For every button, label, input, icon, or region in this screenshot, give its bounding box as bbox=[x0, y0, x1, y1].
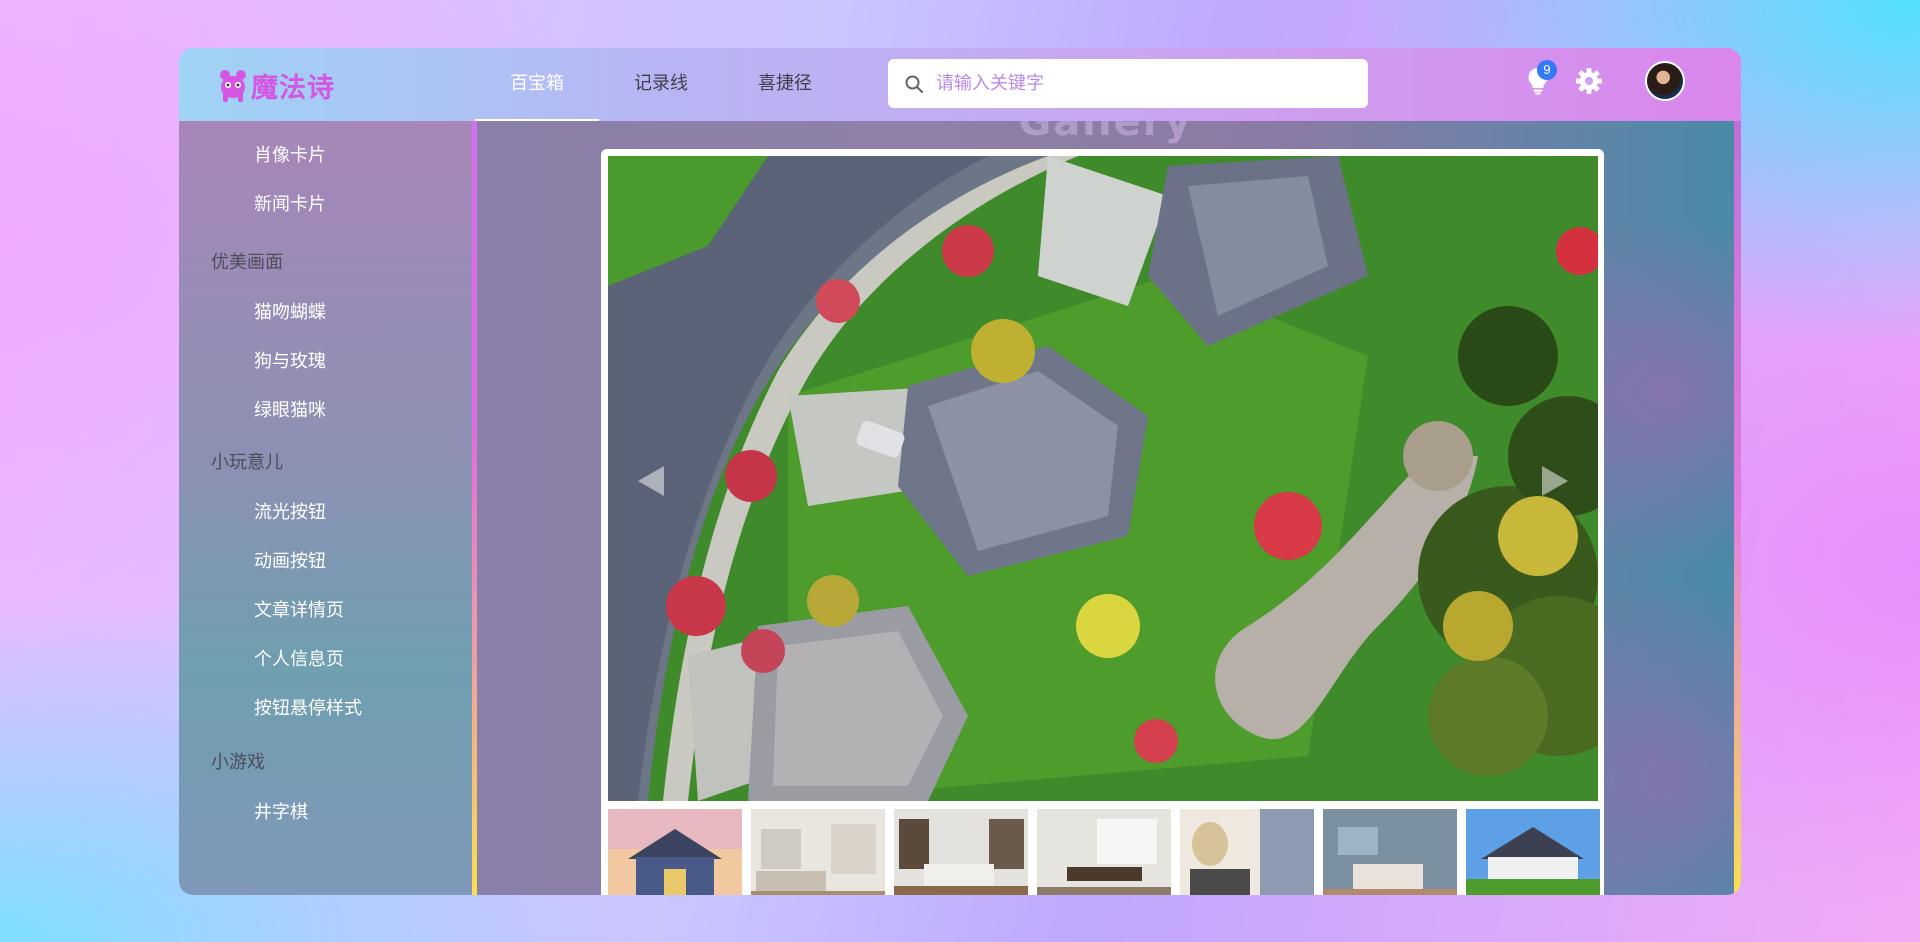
logo[interactable]: 魔法诗 bbox=[217, 66, 335, 105]
notification-button[interactable]: 9 bbox=[1523, 60, 1557, 97]
sidebar-item-glow-button[interactable]: 流光按钮 bbox=[179, 488, 472, 537]
sidebar-item-tic-tac-toe[interactable]: 井字棋 bbox=[179, 788, 472, 837]
gear-icon[interactable] bbox=[1575, 67, 1603, 95]
main-nav: 百宝箱 记录线 喜捷径 bbox=[475, 48, 847, 121]
sidebar-item-animated-button[interactable]: 动画按钮 bbox=[179, 537, 472, 586]
living-room-thumb[interactable] bbox=[751, 809, 885, 895]
sidebar-item-portrait-card[interactable]: 肖像卡片 bbox=[179, 131, 472, 180]
nav-item-jiluxian[interactable]: 记录线 bbox=[599, 48, 723, 121]
notification-badge: 9 bbox=[1537, 60, 1557, 80]
gallery-slider bbox=[601, 149, 1604, 895]
white-house-lawn-thumb[interactable] bbox=[1466, 809, 1600, 895]
sidebar-item-article-detail[interactable]: 文章详情页 bbox=[179, 586, 472, 635]
gallery-title: Gallery bbox=[1018, 121, 1193, 145]
sidebar-group-beautiful-scenes[interactable]: 优美画面 bbox=[179, 237, 472, 288]
kitchen-thumb[interactable] bbox=[894, 809, 1028, 895]
sidebar-item-dog-rose[interactable]: 狗与玫瑰 bbox=[179, 337, 472, 386]
user-avatar[interactable] bbox=[1645, 61, 1685, 101]
header-actions: 9 bbox=[1523, 60, 1685, 101]
next-arrow-icon[interactable] bbox=[1542, 466, 1568, 496]
house-exterior-thumb[interactable] bbox=[608, 809, 742, 895]
logo-text: 魔法诗 bbox=[251, 73, 335, 104]
search-icon bbox=[905, 75, 923, 93]
monster-logo-icon bbox=[220, 69, 246, 102]
search-box bbox=[888, 59, 1368, 108]
bathroom-thumb[interactable] bbox=[1180, 809, 1314, 895]
main-content: Gallery bbox=[477, 121, 1734, 895]
prev-arrow-icon[interactable] bbox=[638, 466, 664, 496]
thumbnail-strip bbox=[608, 809, 1600, 895]
search-input[interactable] bbox=[936, 73, 1356, 94]
sidebar-item-button-hover[interactable]: 按钮悬停样式 bbox=[179, 684, 472, 733]
nav-item-baibaoxiang[interactable]: 百宝箱 bbox=[475, 48, 599, 121]
top-header: 魔法诗 百宝箱 记录线 喜捷径 9 bbox=[179, 48, 1741, 121]
sidebar-item-green-eye-cat[interactable]: 绿眼猫咪 bbox=[179, 386, 472, 435]
sidebar-item-profile-page[interactable]: 个人信息页 bbox=[179, 635, 472, 684]
sidebar-group-gadgets[interactable]: 小玩意儿 bbox=[179, 437, 472, 488]
aerial-view-houses-image bbox=[608, 156, 1598, 801]
nav-item-xijiejing[interactable]: 喜捷径 bbox=[723, 48, 847, 121]
sidebar-group-mini-games[interactable]: 小游戏 bbox=[179, 737, 472, 788]
content-right-edge bbox=[1734, 121, 1741, 895]
sidebar: 肖像卡片 新闻卡片 优美画面 猫吻蝴蝶 狗与玫瑰 绿眼猫咪 小玩意儿 流光按钮 … bbox=[179, 121, 472, 895]
app-window: 魔法诗 百宝箱 记录线 喜捷径 9 bbox=[179, 48, 1741, 895]
sidebar-item-cat-butterfly[interactable]: 猫吻蝴蝶 bbox=[179, 288, 472, 337]
sidebar-item-news-card[interactable]: 新闻卡片 bbox=[179, 180, 472, 229]
dining-room-thumb[interactable] bbox=[1037, 809, 1171, 895]
bedroom-thumb[interactable] bbox=[1323, 809, 1457, 895]
